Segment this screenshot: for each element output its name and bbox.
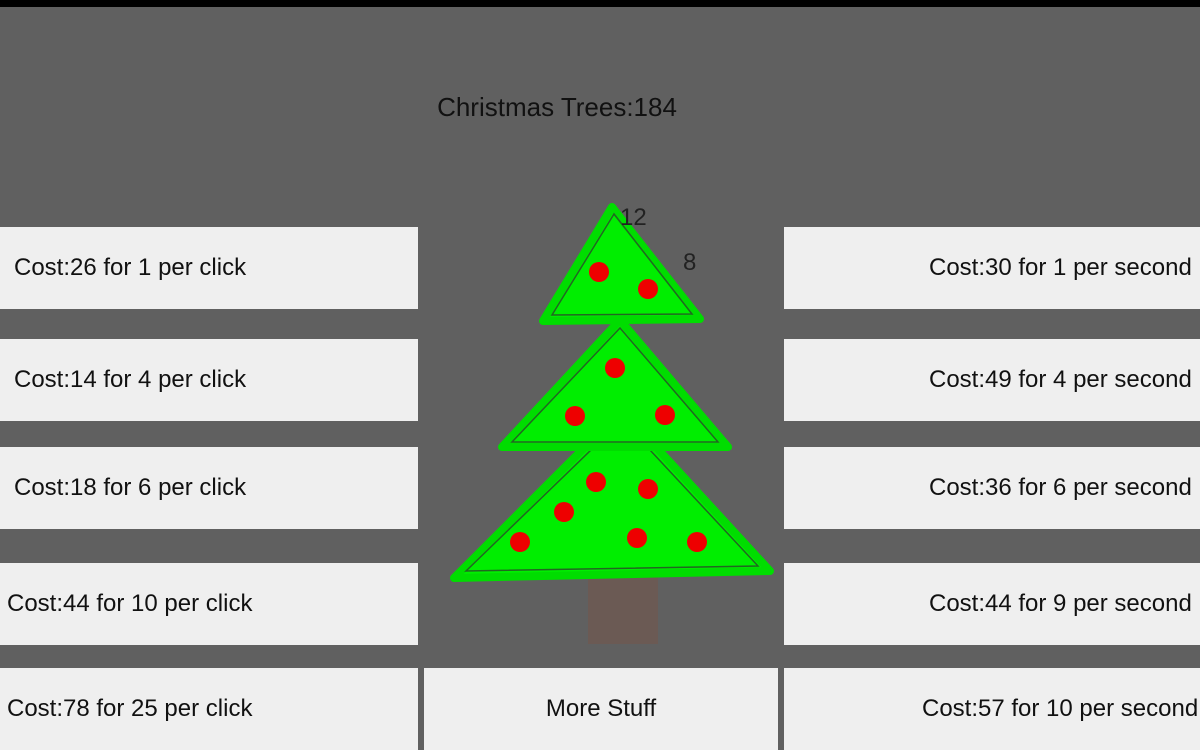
floating-number: 12 [620, 204, 647, 231]
top-bar [0, 0, 1200, 7]
more-stuff-button[interactable]: More Stuff [424, 668, 778, 750]
upgrade-second-4-button[interactable]: Cost:44 for 9 per second [784, 563, 1200, 645]
upgrade-second-5-button[interactable]: Cost:57 for 10 per second [784, 668, 1200, 750]
upgrade-second-2-button[interactable]: Cost:49 for 4 per second [784, 339, 1200, 421]
upgrade-second-1-button[interactable]: Cost:30 for 1 per second [784, 227, 1200, 309]
upgrade-click-5-button[interactable]: Cost:78 for 25 per click [0, 668, 418, 750]
upgrade-click-3-button[interactable]: Cost:18 for 6 per click [0, 447, 418, 529]
tree-counter: Christmas Trees:184 [437, 92, 677, 122]
christmas-tree-icon[interactable] [440, 195, 780, 655]
upgrade-click-2-button[interactable]: Cost:14 for 4 per click [0, 339, 418, 421]
upgrade-click-1-button[interactable]: Cost:26 for 1 per click [0, 227, 418, 309]
floating-number: 8 [683, 249, 697, 276]
upgrade-click-4-button[interactable]: Cost:44 for 10 per click [0, 563, 418, 645]
tree-trunk [588, 577, 658, 644]
tree-tier-middle [498, 316, 732, 451]
upgrade-second-3-button[interactable]: Cost:36 for 6 per second [784, 447, 1200, 529]
